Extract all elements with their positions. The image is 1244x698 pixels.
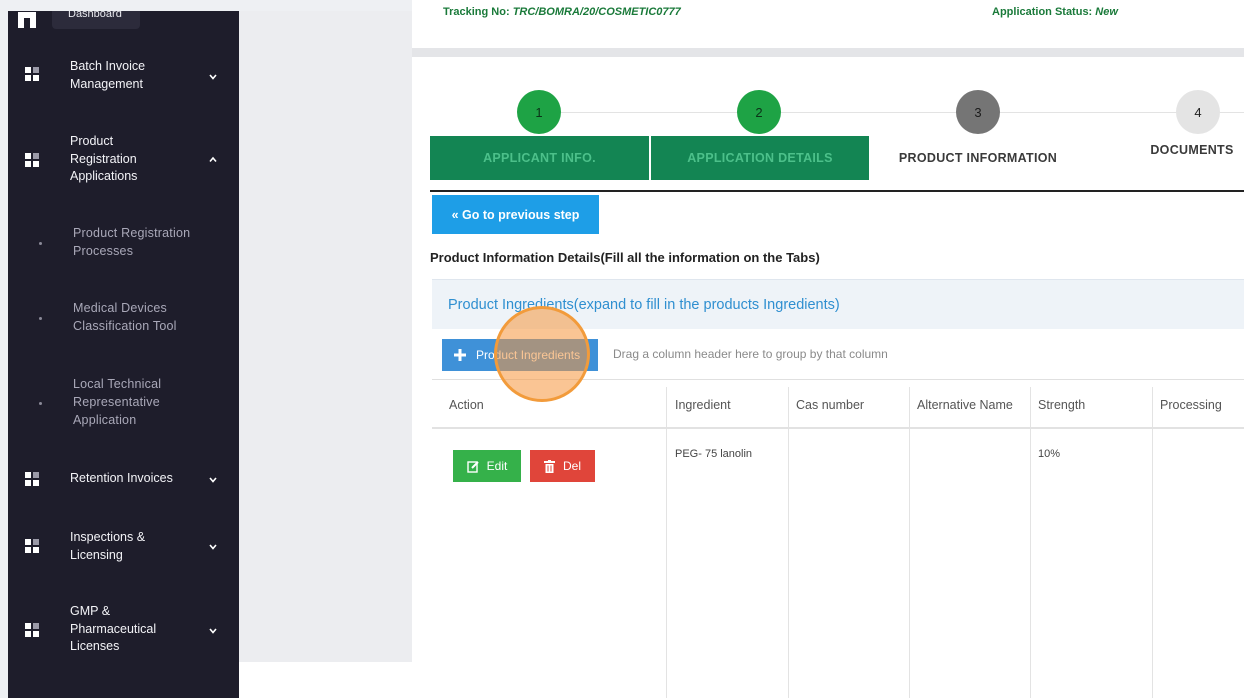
status-value: New	[1095, 6, 1118, 18]
home-icon	[18, 12, 36, 28]
chevron-up-icon	[209, 156, 217, 163]
bullet-icon	[39, 402, 42, 405]
wizard-progress-line	[560, 112, 1244, 113]
column-separator	[909, 387, 910, 698]
dashboard-label: Dashboard	[52, 11, 140, 29]
sidebar-item-product-registration[interactable]: Product Registration Applications	[8, 133, 239, 187]
plus-icon	[454, 349, 466, 361]
sidebar-subitem-local-technical-rep[interactable]: Local Technical Representative Applicati…	[8, 375, 239, 431]
sidebar-item-gmp-licenses[interactable]: GMP & Pharmaceutical Licenses	[8, 603, 239, 659]
application-status: Application Status: New	[992, 6, 1118, 18]
sidebar-subitem-classification-tool[interactable]: Medical Devices Classification Tool	[8, 299, 239, 339]
group-panel-hint: Drag a column header here to group by th…	[613, 347, 888, 361]
tab-application-details[interactable]: APPLICATION DETAILS	[651, 136, 869, 180]
click-highlight	[494, 306, 590, 402]
sidebar-item-label: GMP & Pharmaceutical Licenses	[70, 604, 157, 653]
footer-strip	[239, 662, 412, 698]
column-separator	[666, 387, 667, 698]
column-header-strength[interactable]: Strength	[1038, 398, 1085, 412]
step-2-circle[interactable]: 2	[737, 90, 781, 134]
grid-icon	[25, 623, 39, 637]
cell-ingredient: PEG- 75 lanolin	[675, 448, 753, 460]
column-separator	[788, 387, 789, 698]
section-title: Product Information Details(Fill all the…	[430, 250, 820, 265]
status-label: Application Status:	[992, 6, 1096, 18]
section-divider	[412, 48, 1244, 57]
chevron-down-icon	[209, 544, 217, 550]
bullet-icon	[39, 317, 42, 320]
edit-icon	[466, 460, 479, 473]
grid-icon	[25, 472, 39, 486]
grid-icon	[25, 67, 39, 81]
sidebar-item-label: Inspections & Licensing	[70, 530, 146, 562]
tab-product-information[interactable]: PRODUCT INFORMATION	[870, 136, 1086, 180]
column-separator	[1030, 387, 1031, 698]
column-header-ingredient[interactable]: Ingredient	[675, 398, 731, 412]
tracking-value: TRC/BOMRA/20/COSMETIC0777	[512, 6, 681, 18]
column-header-processing[interactable]: Processing	[1160, 398, 1222, 412]
column-header-alternative-name[interactable]: Alternative Name	[917, 398, 1013, 412]
tracking-number: Tracking No: TRC/BOMRA/20/COSMETIC0777	[443, 6, 681, 18]
trash-icon	[543, 459, 555, 473]
delete-label: Del	[562, 459, 581, 473]
edit-button[interactable]: Edit	[453, 450, 521, 482]
chevron-down-icon	[209, 628, 217, 634]
column-header-cas-number[interactable]: Cas number	[796, 398, 864, 412]
cell-strength: 10%	[1038, 448, 1061, 460]
column-separator	[1152, 387, 1153, 698]
application-header-card: Tracking No: TRC/BOMRA/20/COSMETIC0777 A…	[412, 0, 1244, 48]
sidebar-subitem-label: Medical Devices Classification Tool	[73, 301, 177, 333]
sidebar-subitem-label: Local Technical Representative Applicati…	[73, 377, 162, 427]
tab-documents[interactable]: DOCUMENTS	[1140, 128, 1244, 172]
sidebar-item-label: Batch Invoice Management	[70, 59, 146, 91]
grid-icon	[25, 539, 39, 553]
sidebar-item-retention-invoices[interactable]: Retention Invoices	[8, 469, 239, 489]
sidebar-item-label: Retention Invoices	[70, 471, 173, 485]
sidebar-subitem-label: Product Registration Processes	[73, 226, 191, 258]
sidebar-item-label: Product Registration Applications	[70, 134, 138, 183]
step-3-circle[interactable]: 3	[956, 90, 1000, 134]
sidebar: Dashboard Batch Invoice Management Produ…	[8, 11, 239, 698]
header-divider	[432, 427, 1244, 429]
chevron-down-icon	[209, 74, 217, 80]
sidebar-item-batch-invoice[interactable]: Batch Invoice Management	[8, 57, 239, 95]
bullet-icon	[39, 242, 42, 245]
delete-button[interactable]: Del	[530, 450, 595, 482]
tab-underline	[430, 190, 1244, 192]
chevron-down-icon	[209, 477, 217, 483]
tracking-label: Tracking No:	[443, 6, 513, 18]
panel-title: Product Ingredients(expand to fill in th…	[448, 297, 840, 313]
step-1-circle[interactable]: 1	[517, 90, 561, 134]
grid-icon	[25, 153, 39, 167]
sidebar-item-inspections-licensing[interactable]: Inspections & Licensing	[8, 528, 239, 566]
column-header-action[interactable]: Action	[449, 398, 484, 412]
edit-label: Edit	[486, 459, 508, 473]
previous-step-button[interactable]: « Go to previous step	[432, 195, 599, 234]
tab-applicant-info[interactable]: APPLICANT INFO.	[430, 136, 649, 180]
content-background	[239, 11, 412, 662]
sidebar-subitem-registration-processes[interactable]: Product Registration Processes	[8, 224, 239, 264]
